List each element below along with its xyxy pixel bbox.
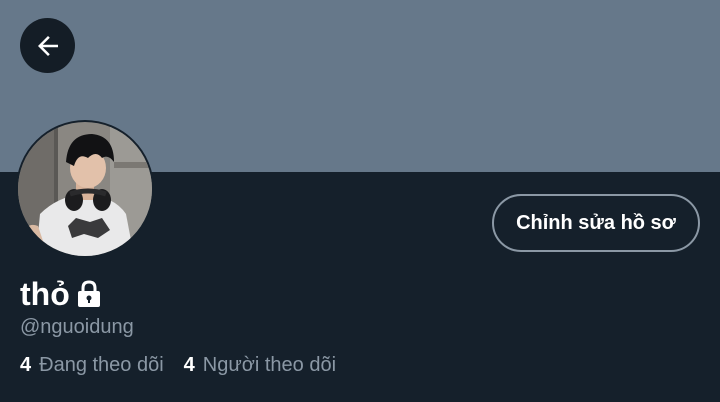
username-handle: @nguoidung	[20, 316, 134, 338]
follow-stats: 4 Đang theo dõi 4 Người theo dõi	[20, 352, 356, 378]
edit-profile-label: Chỉnh sửa hồ sơ	[516, 211, 676, 234]
following-count: 4	[20, 354, 32, 376]
avatar-photo	[18, 122, 152, 256]
avatar[interactable]	[16, 120, 154, 258]
following-link[interactable]: 4 Đang theo dõi	[20, 352, 164, 378]
profile-page: Chỉnh sửa hồ sơ thỏ @nguoidung 4 Đang th…	[0, 0, 720, 402]
followers-label: Người theo dõi	[202, 354, 337, 376]
following-label: Đang theo dõi	[39, 354, 164, 376]
lock-icon	[76, 279, 102, 313]
arrow-left-icon	[37, 35, 58, 56]
name-row: thỏ	[20, 274, 102, 314]
followers-link[interactable]: 4 Người theo dõi	[184, 352, 336, 378]
display-name: thỏ	[20, 276, 70, 312]
followers-count: 4	[183, 354, 195, 376]
back-button[interactable]	[20, 18, 75, 73]
edit-profile-button[interactable]: Chỉnh sửa hồ sơ	[492, 194, 700, 252]
